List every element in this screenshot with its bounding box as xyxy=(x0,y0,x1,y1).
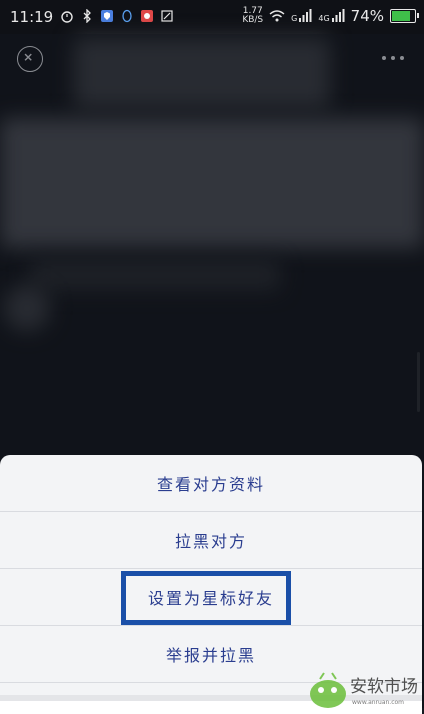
net-speed-unit: KB/S xyxy=(242,15,264,25)
option-label: 举报并拉黑 xyxy=(165,646,256,665)
net-speed: 1.77 KB/S xyxy=(242,7,263,25)
block-option[interactable]: 拉黑对方 xyxy=(0,512,422,569)
system-icons: 1.77 KB/S G 4G 74% xyxy=(242,7,419,25)
option-label: 拉黑对方 xyxy=(174,532,247,551)
edit-icon xyxy=(161,10,173,22)
signal-1-label: G xyxy=(291,14,298,23)
highlight-box xyxy=(121,571,291,625)
signal-icon xyxy=(299,9,312,22)
battery-percent: 74% xyxy=(350,7,384,25)
notification-icons xyxy=(60,9,174,23)
svg-text:www.anruan.com: www.anruan.com xyxy=(352,699,404,706)
battery-icon xyxy=(390,9,419,23)
status-time: 11:19 xyxy=(10,8,54,26)
signal-2-label: 4G xyxy=(318,14,330,23)
alarm-icon xyxy=(61,11,73,23)
svg-text:安软市场: 安软市场 xyxy=(350,677,418,697)
bluetooth-icon xyxy=(83,9,91,23)
signal-icon xyxy=(331,9,345,22)
qq-icon xyxy=(122,9,132,23)
watermark-logo: 安软市场 www.anruan.com xyxy=(310,672,418,708)
option-label: 查看对方资料 xyxy=(156,475,265,494)
app-red-icon xyxy=(141,10,153,22)
wifi-icon xyxy=(269,10,285,22)
view-profile-option[interactable]: 查看对方资料 xyxy=(0,455,422,512)
app-shield-icon xyxy=(101,10,113,22)
status-bar: 11:19 1.77 KB/S G 4G 74% xyxy=(0,0,424,34)
